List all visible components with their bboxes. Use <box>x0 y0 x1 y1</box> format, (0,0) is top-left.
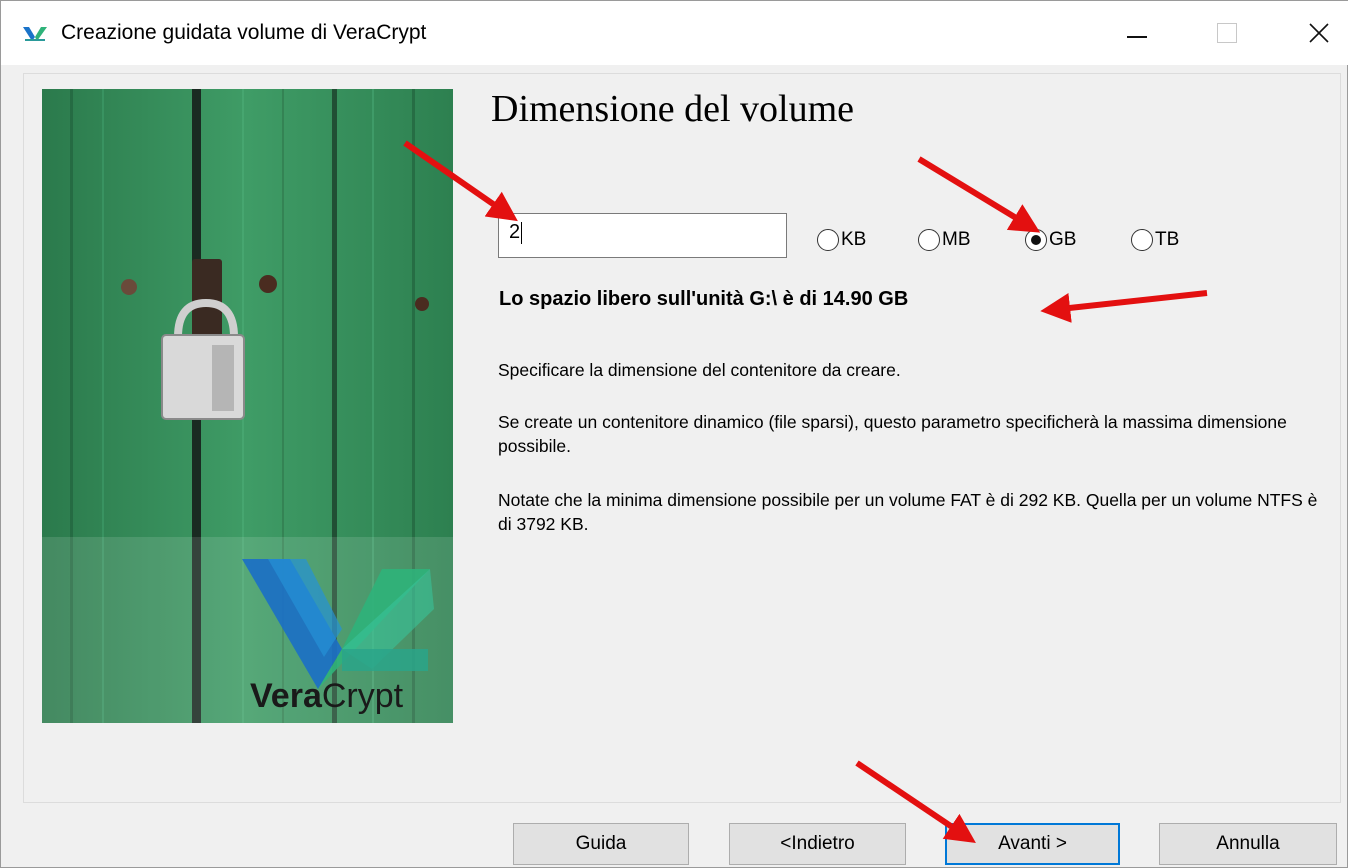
radio-circle <box>918 229 940 251</box>
radio-circle-checked <box>1025 229 1047 251</box>
volume-size-input[interactable]: 2 <box>498 213 787 258</box>
help-button[interactable]: Guida <box>513 823 689 865</box>
unit-radio-kb[interactable]: KB <box>817 228 866 252</box>
text-caret <box>521 221 523 244</box>
logo-regular: Crypt <box>322 677 404 715</box>
volume-size-value: 2 <box>509 221 521 243</box>
free-space-label: Lo spazio libero sull'unità G:\ è di 14.… <box>499 288 909 310</box>
close-icon <box>1309 23 1329 43</box>
window-title: Creazione guidata volume di VeraCrypt <box>61 21 427 44</box>
page-title: Dimensione del volume <box>491 88 855 130</box>
close-button[interactable] <box>1289 1 1348 65</box>
radio-circle <box>1131 229 1153 251</box>
maximize-button[interactable] <box>1197 1 1257 65</box>
unit-label-gb: GB <box>1049 229 1077 250</box>
logo-bold: Vera <box>250 677 323 715</box>
cancel-button[interactable]: Annulla <box>1159 823 1337 865</box>
radio-circle <box>817 229 839 251</box>
title-bar[interactable]: Creazione guidata volume di VeraCrypt <box>1 1 1348 65</box>
veracrypt-logo-icon <box>23 27 47 41</box>
back-button[interactable]: <Indietro <box>729 823 906 865</box>
info-text-minimum: Notate che la minima dimensione possibil… <box>498 490 1318 534</box>
unit-radio-mb[interactable]: MB <box>918 228 971 252</box>
wizard-window: Creazione guidata volume di VeraCrypt Ve… <box>0 0 1348 868</box>
next-button[interactable]: Avanti > <box>945 823 1120 865</box>
minimize-button[interactable] <box>1107 1 1167 65</box>
unit-label-mb: MB <box>942 229 971 250</box>
unit-label-tb: TB <box>1155 229 1180 250</box>
maximize-icon <box>1217 23 1237 43</box>
minimize-icon <box>1127 36 1147 38</box>
unit-radio-tb[interactable]: TB <box>1131 228 1179 252</box>
wizard-artwork-image: VeraCrypt <box>42 89 453 723</box>
unit-label-kb: KB <box>841 229 867 250</box>
info-text-specify: Specificare la dimensione del contenitor… <box>498 360 901 380</box>
veracrypt-logo-text: VeraCrypt <box>250 677 404 715</box>
unit-radio-gb[interactable]: GB <box>1025 228 1076 252</box>
info-text-dynamic: Se create un contenitore dinamico (file … <box>498 412 1287 456</box>
